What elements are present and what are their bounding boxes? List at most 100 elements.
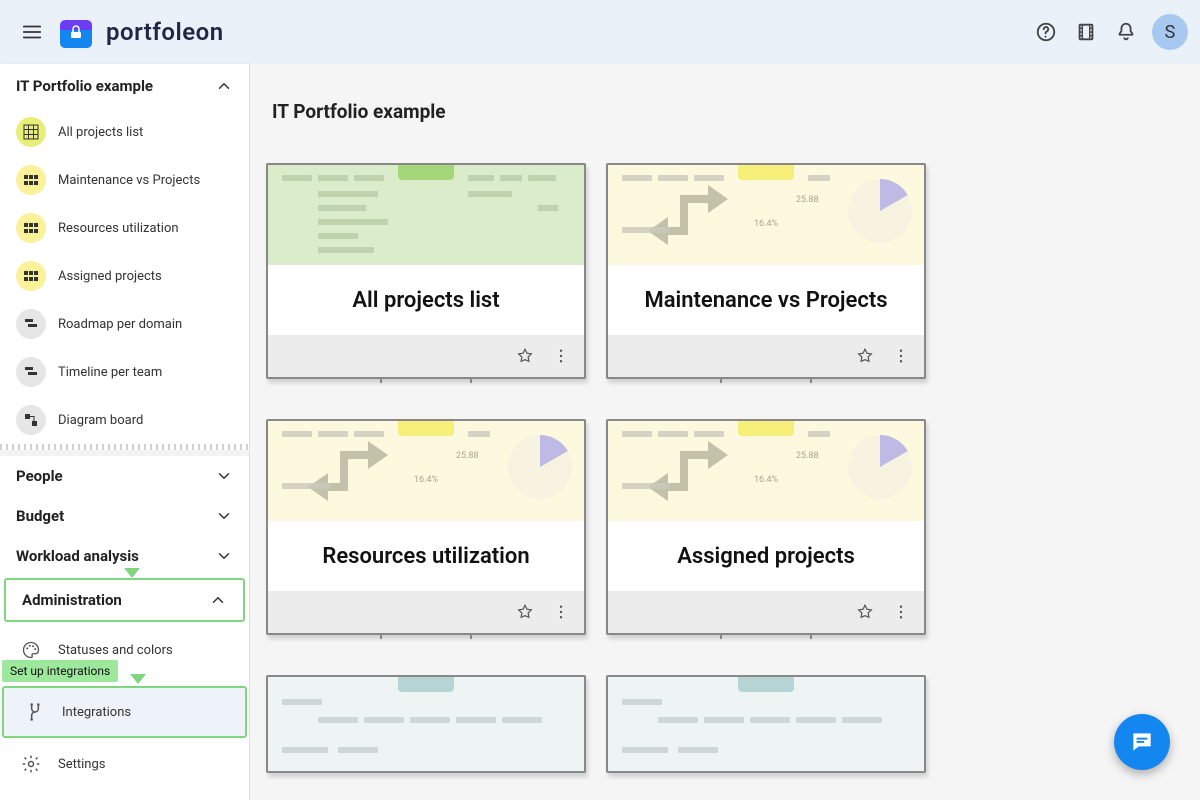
user-avatar[interactable]: S [1152,14,1188,50]
sidebar-item-resources-utilization[interactable]: Resources utilization [0,204,249,252]
section-title: People [16,467,63,485]
section-title: Workload analysis [16,547,139,565]
pie-icon [848,435,912,499]
sidebar-item-label: Assigned projects [58,269,162,284]
people-section-header[interactable]: People [0,456,249,496]
notifications-button[interactable] [1106,12,1146,52]
main-content: IT Portfolio example [250,64,1200,800]
timeline-icon [16,309,46,339]
favorite-button[interactable] [510,597,540,627]
card-thumbnail [608,677,924,771]
thumb-percent: 16.4% [414,475,438,485]
callout-label: Set up integrations [2,660,118,682]
timeline-icon [16,357,46,387]
grid-icon [16,117,46,147]
portfolio-section-title: IT Portfolio example [16,77,153,95]
section-title: Budget [16,507,64,525]
card-menu-button[interactable] [886,597,916,627]
admin-item-integrations[interactable]: Integrations [2,686,247,738]
sidebar-item-diagram-board[interactable]: Diagram board [0,396,249,444]
card-menu-button[interactable] [546,341,576,371]
sidebar-item-label: Maintenance vs Projects [58,173,200,188]
sidebar-item-label: All projects list [58,125,143,140]
card-footer [268,591,584,633]
help-button[interactable] [1026,12,1066,52]
brand-text: portfoleon [106,18,224,46]
thumb-percent: 25.88 [796,195,819,205]
star-icon [516,603,534,621]
sidebar-item-label: Diagram board [58,413,143,428]
admin-item-settings[interactable]: Settings [0,738,249,790]
arrows-icon [638,185,748,259]
sidebar-item-label: Roadmap per domain [58,317,182,332]
card-all-projects[interactable]: All projects list [266,163,586,379]
chat-fab[interactable] [1114,714,1170,770]
sidebar-item-assigned-projects[interactable]: Assigned projects [0,252,249,300]
more-vertical-icon [892,347,910,365]
gear-icon [16,749,46,779]
star-icon [516,347,534,365]
sidebar-item-all-projects[interactable]: All projects list [0,108,249,156]
thumb-percent: 25.88 [456,451,479,461]
card-footer [608,335,924,377]
menu-toggle-button[interactable] [12,12,52,52]
card-thumbnail: 25.88 16.4% [608,421,924,521]
integrations-callout: Set up integrations Integrations [0,686,249,738]
star-icon [856,603,874,621]
favorite-button[interactable] [850,597,880,627]
star-icon [856,347,874,365]
chat-icon [1129,729,1155,755]
card-title: Assigned projects [667,544,865,569]
chevron-down-icon [215,507,233,525]
bell-icon [1115,21,1137,43]
card-title: Maintenance vs Projects [634,288,897,313]
budget-section-header[interactable]: Budget [0,496,249,536]
brand-logo[interactable]: portfoleon [56,16,224,48]
card-assigned-projects[interactable]: 25.88 16.4% Assigned projects [606,419,926,635]
more-vertical-icon [892,603,910,621]
hamburger-icon [21,21,43,43]
section-title: Administration [22,591,122,609]
favorite-button[interactable] [850,341,880,371]
diagram-icon [16,405,46,435]
more-vertical-icon [552,603,570,621]
page-title: IT Portfolio example [272,100,966,123]
help-icon [1035,21,1057,43]
card-thumbnail: 25.88 16.4% [608,165,924,265]
chevron-up-icon [209,591,227,609]
avatar-initial: S [1165,22,1176,43]
apps-button[interactable] [1066,12,1106,52]
admin-item-label: Integrations [62,705,131,720]
callout-arrow-icon [130,674,146,684]
card-menu-button[interactable] [546,597,576,627]
admin-item-label: Settings [58,757,105,772]
grid3-icon [16,213,46,243]
card-resources-utilization[interactable]: 25.88 16.4% Resources utilization [266,419,586,635]
card-title: All projects list [342,288,509,313]
thumb-percent: 25.88 [796,451,819,461]
more-vertical-icon [552,347,570,365]
thumb-percent: 16.4% [754,475,778,485]
grid3-icon [16,261,46,291]
sidebar-item-roadmap-per-domain[interactable]: Roadmap per domain [0,300,249,348]
chevron-down-icon [215,467,233,485]
card-menu-button[interactable] [886,341,916,371]
favorite-button[interactable] [510,341,540,371]
admin-item-label: Statuses and colors [58,643,173,658]
sidebar-item-maintenance-vs-projects[interactable]: Maintenance vs Projects [0,156,249,204]
card-partial[interactable] [606,675,926,773]
brand-mark-icon [56,16,96,48]
film-icon [1075,21,1097,43]
sidebar-item-label: Resources utilization [58,221,179,236]
chevron-down-icon [215,547,233,565]
card-footer [268,335,584,377]
sidebar-item-timeline-per-team[interactable]: Timeline per team [0,348,249,396]
portfolio-section-header[interactable]: IT Portfolio example [0,64,249,108]
chevron-up-icon [215,77,233,95]
arrows-icon [298,441,408,515]
administration-section-header[interactable]: Administration [6,580,243,620]
card-maintenance-vs-projects[interactable]: 25.88 16.4% Maintenance vs Projects [606,163,926,379]
sidebar-item-label: Timeline per team [58,365,162,380]
grid3-icon [16,165,46,195]
card-partial[interactable] [266,675,586,773]
